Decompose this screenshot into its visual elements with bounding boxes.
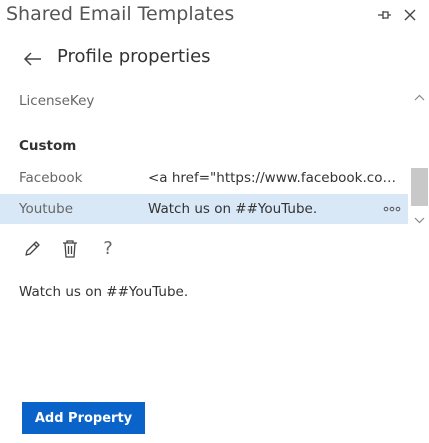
property-value: <a href="https://www.facebook.com/shared… (148, 170, 400, 186)
chevron-down-icon[interactable] (414, 210, 425, 224)
property-key: Facebook (19, 170, 83, 186)
chevron-up-icon[interactable] (414, 88, 425, 101)
property-key: LicenseKey (19, 93, 95, 109)
close-icon[interactable] (401, 6, 419, 24)
pencil-icon[interactable] (21, 238, 43, 260)
page-header: Profile properties (0, 42, 429, 76)
more-dots-icon[interactable] (382, 203, 402, 215)
section-header-custom: Custom (19, 138, 77, 154)
property-row-youtube[interactable]: Youtube Watch us on ##YouTube. (0, 194, 408, 224)
trash-icon[interactable] (59, 238, 81, 260)
arrow-left-icon[interactable] (22, 48, 44, 70)
property-row-license-key[interactable]: LicenseKey (0, 86, 408, 116)
property-key: Youtube (19, 201, 73, 217)
scrollbar-thumb[interactable] (411, 168, 428, 206)
add-property-button[interactable]: Add Property (22, 402, 145, 434)
question-icon[interactable]: ? (97, 238, 119, 260)
vertical-scrollbar[interactable] (410, 86, 429, 224)
property-value-preview: Watch us on ##YouTube. (19, 284, 189, 300)
app-title: Shared Email Templates (6, 3, 235, 25)
add-in-pane: Shared Email Templates Profile propertie… (0, 0, 429, 443)
pin-icon[interactable] (375, 6, 393, 24)
title-bar: Shared Email Templates (0, 0, 429, 34)
property-value: Watch us on ##YouTube. (148, 201, 318, 217)
page-title: Profile properties (57, 46, 211, 67)
row-actions-toolbar: ? (0, 236, 200, 264)
property-row-facebook[interactable]: Facebook <a href="https://www.facebook.c… (0, 163, 408, 193)
